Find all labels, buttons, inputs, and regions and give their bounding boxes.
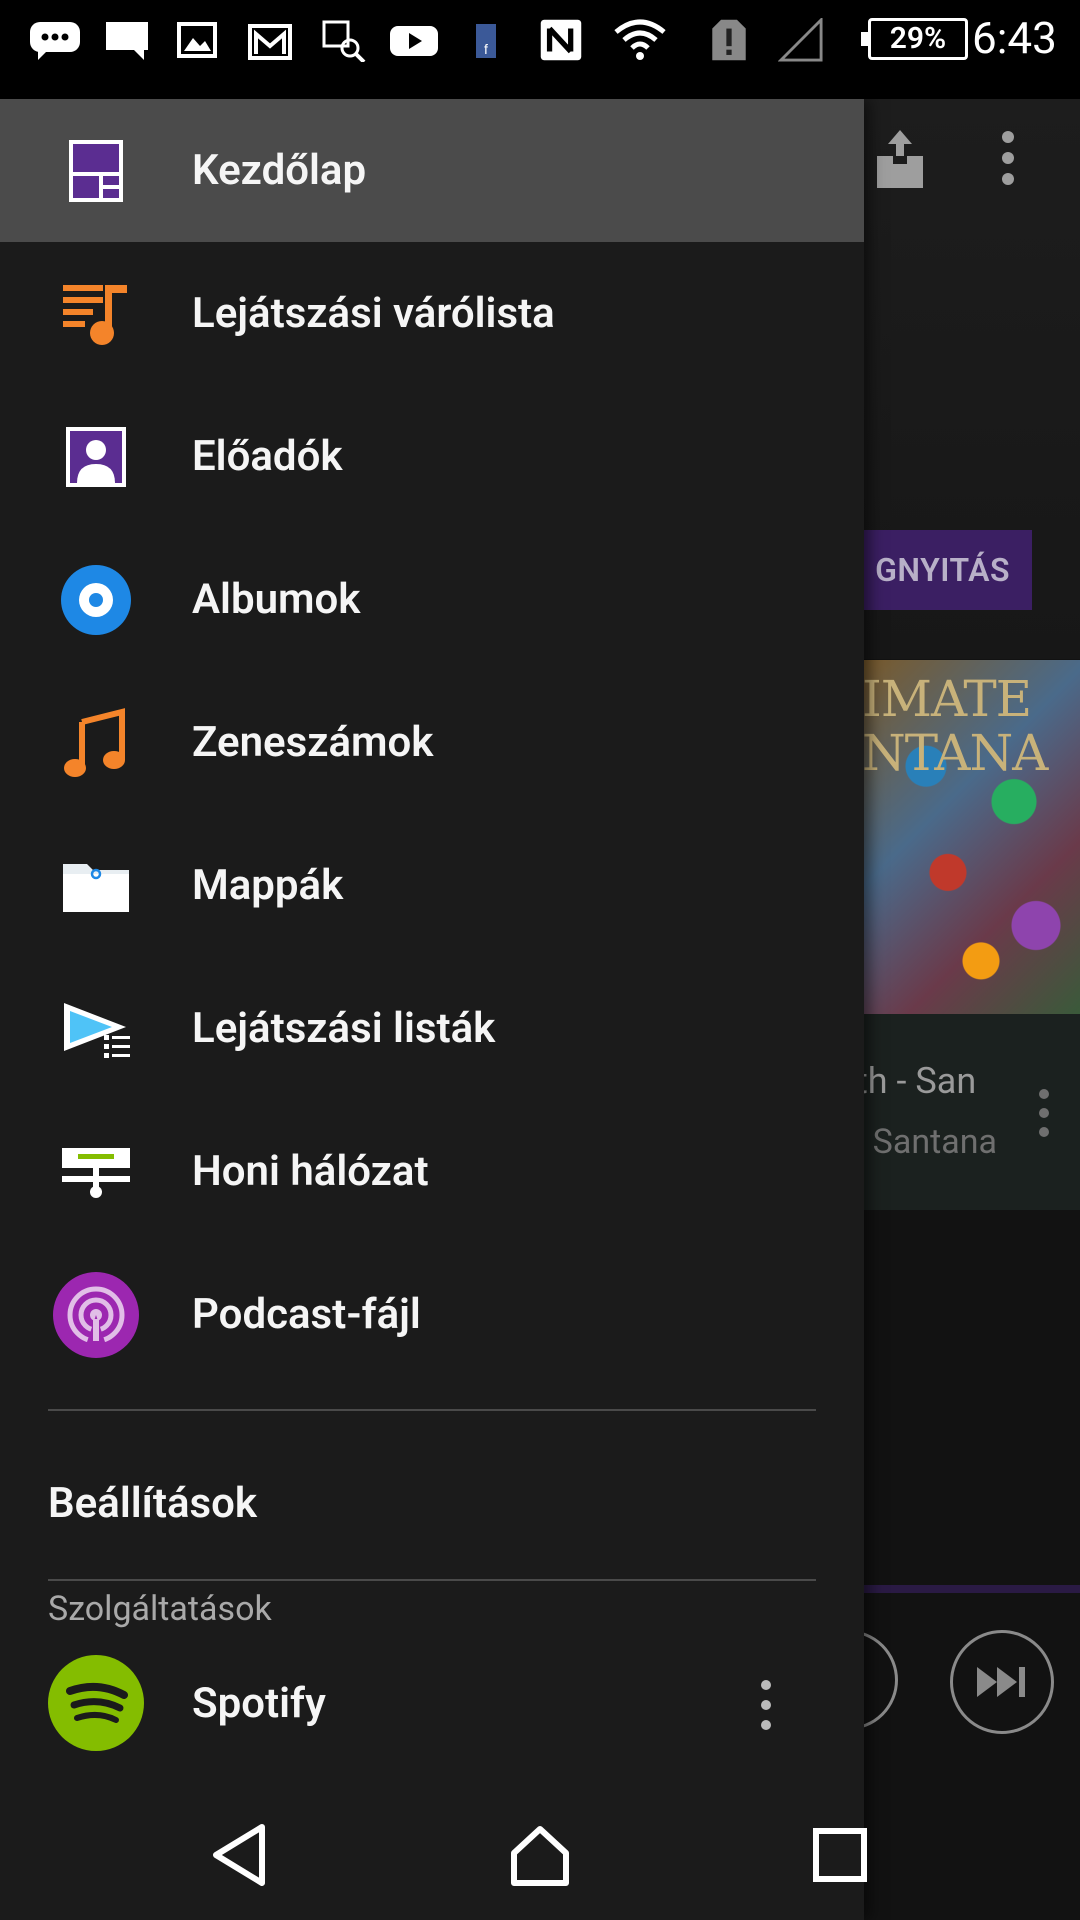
nav-item-songs[interactable]: Zeneszámok	[0, 671, 864, 814]
nav-item-podcast[interactable]: Podcast-fájl	[0, 1243, 864, 1386]
back-button[interactable]	[200, 1815, 280, 1895]
track-more-icon[interactable]	[1032, 1088, 1056, 1138]
play-queue-icon	[52, 278, 140, 350]
divider	[48, 1579, 816, 1581]
nav-item-artists[interactable]: Előadók	[0, 385, 864, 528]
track-artist: : Santana	[856, 1122, 998, 1162]
nav-item-playlists[interactable]: Lejátszási listák	[0, 957, 864, 1100]
status-bar: f 29% 6:43	[0, 0, 1080, 99]
nav-item-albums[interactable]: Albumok	[0, 528, 864, 671]
home-grid-icon	[52, 135, 140, 207]
message-icon	[106, 22, 148, 60]
settings-link[interactable]: Beállítások	[48, 1479, 257, 1528]
image-icon	[177, 22, 217, 58]
album-art-title: IMATE NTANA	[862, 670, 1048, 782]
alert-icon	[712, 19, 746, 61]
spotify-icon	[48, 1655, 144, 1751]
screen-search-icon	[322, 20, 366, 62]
home-icon	[511, 1826, 569, 1886]
nav-item-label: Zeneszámok	[192, 718, 434, 767]
next-button[interactable]	[950, 1630, 1054, 1734]
back-icon	[213, 1824, 265, 1886]
service-item-label: Spotify	[192, 1679, 326, 1728]
artists-icon	[52, 421, 140, 493]
nav-item-home-network[interactable]: Honi hálózat	[0, 1100, 864, 1243]
nav-item-folders[interactable]: Mappák	[0, 814, 864, 957]
nav-item-home[interactable]: Kezdőlap	[0, 99, 864, 242]
nav-item-label: Előadók	[192, 432, 343, 481]
navigation-drawer: Kezdőlap Lejátszási várólista Előadók Al…	[0, 99, 867, 1920]
nav-item-play-queue[interactable]: Lejátszási várólista	[0, 242, 864, 385]
nav-item-label: Lejátszási listák	[192, 1004, 496, 1053]
overflow-menu-icon[interactable]	[995, 130, 1021, 186]
nfc-icon	[540, 19, 582, 61]
share-icon[interactable]	[875, 128, 925, 190]
playlist-icon	[52, 993, 140, 1065]
battery-indicator: 29%	[861, 18, 968, 60]
clock: 6:43	[972, 12, 1057, 64]
wifi-icon	[614, 19, 666, 60]
podcast-icon	[52, 1272, 140, 1358]
more-options-icon[interactable]	[752, 1677, 780, 1733]
services-header: Szolgáltatások	[48, 1589, 272, 1629]
recents-icon	[813, 1828, 867, 1882]
home-network-icon	[52, 1136, 140, 1208]
music-note-icon	[52, 707, 140, 779]
nav-item-label: Albumok	[192, 575, 361, 624]
system-nav-bar	[0, 1785, 867, 1920]
nav-item-label: Mappák	[192, 861, 344, 910]
skip-next-icon	[977, 1667, 1025, 1697]
svg-text:f: f	[484, 41, 488, 57]
nav-item-label: Lejátszási várólista	[192, 289, 555, 338]
facebook-icon: f	[476, 24, 496, 58]
home-button[interactable]	[500, 1815, 580, 1895]
nav-item-label: Kezdőlap	[192, 146, 367, 195]
track-title: th - San	[856, 1060, 977, 1102]
gmail-icon	[248, 24, 292, 60]
service-item-spotify[interactable]: Spotify	[0, 1649, 864, 1759]
sms-icon	[30, 22, 80, 60]
youtube-icon	[390, 26, 438, 56]
album-disc-icon	[52, 564, 140, 636]
recents-button[interactable]	[800, 1815, 880, 1895]
signal-icon	[778, 18, 823, 62]
folder-icon	[52, 850, 140, 922]
nav-item-label: Honi hálózat	[192, 1147, 429, 1196]
nav-item-label: Podcast-fájl	[192, 1290, 421, 1339]
divider	[48, 1409, 816, 1411]
